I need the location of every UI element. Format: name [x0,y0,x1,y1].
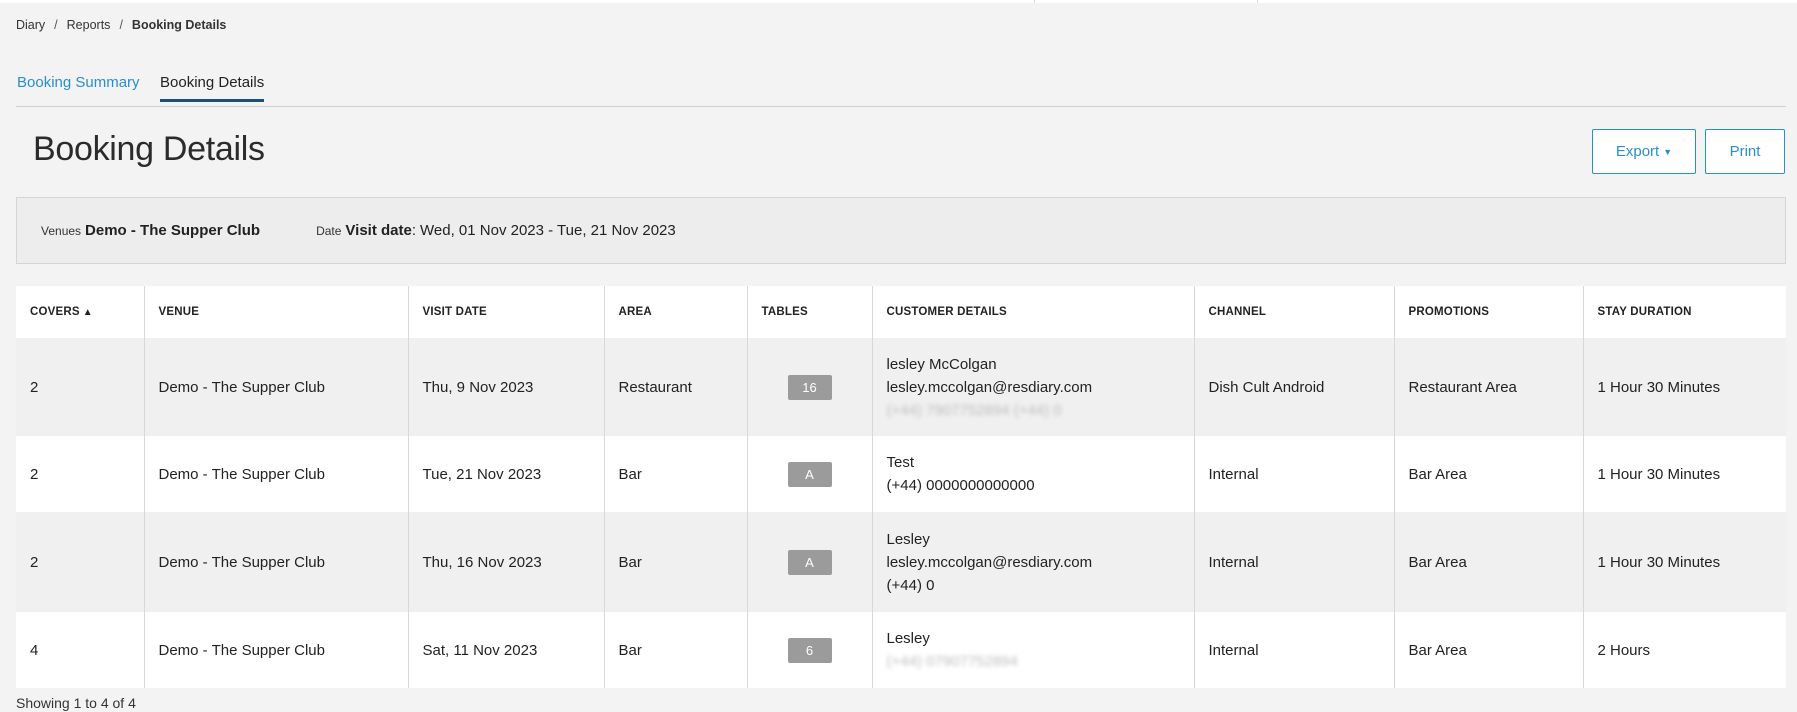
tables-cell: A [747,512,873,612]
top-strip-divider [1034,0,1035,3]
promotions-cell: Restaurant Area [1394,338,1584,436]
print-button[interactable]: Print [1705,129,1785,174]
pagination-info: Showing 1 to 4 of 4 [16,695,136,711]
table-badge: 16 [787,374,832,400]
covers-cell: 2 [16,338,145,436]
channel-cell: Internal [1194,612,1395,688]
breadcrumb-separator: / [54,18,58,32]
print-button-label: Print [1729,143,1761,160]
channel-cell: Internal [1194,436,1395,512]
tables-cell: 16 [747,338,873,436]
promotions-cell: Bar Area [1394,612,1584,688]
customer-name: Test [886,454,915,471]
covers-cell: 2 [16,512,145,612]
column-header-area[interactable]: AREA [604,286,748,338]
area-cell: Bar [604,612,748,688]
export-button-label: Export [1615,143,1660,160]
visit-date-cell: Sat, 11 Nov 2023 [408,612,605,688]
tab-booking-details[interactable]: Booking Details [160,74,265,102]
tab-booking-summary[interactable]: Booking Summary [17,74,140,99]
venue-filter: Venues Demo - The Supper Club [41,222,260,239]
date-filter-label: Date [316,224,342,238]
area-cell: Bar [604,512,748,612]
table-badge: A [787,549,832,575]
customer-details-cell: Lesley lesley.mccolgan@resdiary.com (+44… [872,512,1195,612]
stay-duration-cell: 2 Hours [1583,612,1786,688]
area-cell: Restaurant [604,338,748,436]
visit-date-cell: Tue, 21 Nov 2023 [408,436,605,512]
customer-details-cell: Lesley (+44) 07907752894 [872,612,1195,688]
column-header-venue[interactable]: VENUE [144,286,409,338]
customer-email: lesley.mccolgan@resdiary.com [886,553,1093,571]
top-strip-divider [1257,0,1258,3]
breadcrumb: Diary / Reports / Booking Details [16,18,226,32]
customer-phone: (+44) 0 [886,576,935,594]
venue-cell: Demo - The Supper Club [144,436,409,512]
table-row[interactable]: 2 Demo - The Supper Club Tue, 21 Nov 202… [16,436,1786,512]
export-button[interactable]: Export ▼ [1592,129,1696,174]
booking-details-table: COVERS ▲ VENUE VISIT DATE AREA TABLES CUS… [16,286,1786,688]
table-badge: 6 [787,637,832,663]
sort-ascending-icon: ▲ [82,307,93,318]
covers-cell: 2 [16,436,145,512]
venue-cell: Demo - The Supper Club [144,338,409,436]
table-row[interactable]: 4 Demo - The Supper Club Sat, 11 Nov 202… [16,612,1786,688]
customer-phone: (+44) 0000000000000 [886,477,1035,494]
column-header-channel[interactable]: CHANNEL [1194,286,1395,338]
breadcrumb-separator: / [119,18,123,32]
filter-summary: Venues Demo - The Supper Club Date Visit… [16,197,1786,264]
column-header-visit-date[interactable]: VISIT DATE [408,286,605,338]
breadcrumb-reports-link[interactable]: Reports [67,18,111,32]
area-cell: Bar [604,436,748,512]
promotions-cell: Bar Area [1394,512,1584,612]
column-header-customer-details[interactable]: CUSTOMER DETAILS [872,286,1195,338]
breadcrumb-current: Booking Details [131,18,227,32]
table-header-row: COVERS ▲ VENUE VISIT DATE AREA TABLES CUS… [16,286,1786,338]
table-row[interactable]: 2 Demo - The Supper Club Thu, 16 Nov 202… [16,512,1786,612]
venue-filter-value: Demo - The Supper Club [85,222,261,239]
customer-phone: (+44) 07907752894 [886,653,1018,670]
customer-details-cell: lesley McColgan lesley.mccolgan@resdiary… [872,338,1195,436]
stay-duration-cell: 1 Hour 30 Minutes [1583,512,1786,612]
column-header-stay-duration[interactable]: STAY DURATION [1583,286,1786,338]
caret-down-icon: ▼ [1663,146,1673,157]
promotions-cell: Bar Area [1394,436,1584,512]
customer-name: Lesley [886,630,930,647]
customer-email: lesley.mccolgan@resdiary.com [886,378,1093,396]
table-badge: A [787,461,832,487]
page-title: Booking Details [33,130,265,168]
venue-filter-label: Venues [41,224,82,238]
tables-cell: 6 [747,612,873,688]
column-header-promotions[interactable]: PROMOTIONS [1394,286,1584,338]
date-filter: Date Visit date: Wed, 01 Nov 2023 - Tue,… [316,222,676,239]
tables-cell: A [747,436,873,512]
date-filter-value: Wed, 01 Nov 2023 - Tue, 21 Nov 2023 [420,222,676,239]
customer-name: lesley McColgan [886,355,997,373]
visit-date-cell: Thu, 9 Nov 2023 [408,338,605,436]
stay-duration-cell: 1 Hour 30 Minutes [1583,436,1786,512]
venue-cell: Demo - The Supper Club [144,612,409,688]
column-header-tables[interactable]: TABLES [747,286,873,338]
channel-cell: Dish Cult Android [1194,338,1395,436]
customer-name: Lesley [886,530,930,548]
table-row[interactable]: 2 Demo - The Supper Club Thu, 9 Nov 2023… [16,338,1786,436]
covers-cell: 4 [16,612,145,688]
breadcrumb-diary-link[interactable]: Diary [16,18,45,32]
date-filter-key: Visit date [345,222,412,239]
top-strip [0,0,1797,3]
channel-cell: Internal [1194,512,1395,612]
column-header-covers[interactable]: COVERS ▲ [16,286,145,338]
report-tabs: Booking Summary Booking Details [16,74,1786,107]
customer-details-cell: Test (+44) 0000000000000 [872,436,1195,512]
visit-date-cell: Thu, 16 Nov 2023 [408,512,605,612]
stay-duration-cell: 1 Hour 30 Minutes [1583,338,1786,436]
customer-phone: (+44) 7907752894 (+44) 0 [886,401,1062,419]
venue-cell: Demo - The Supper Club [144,512,409,612]
